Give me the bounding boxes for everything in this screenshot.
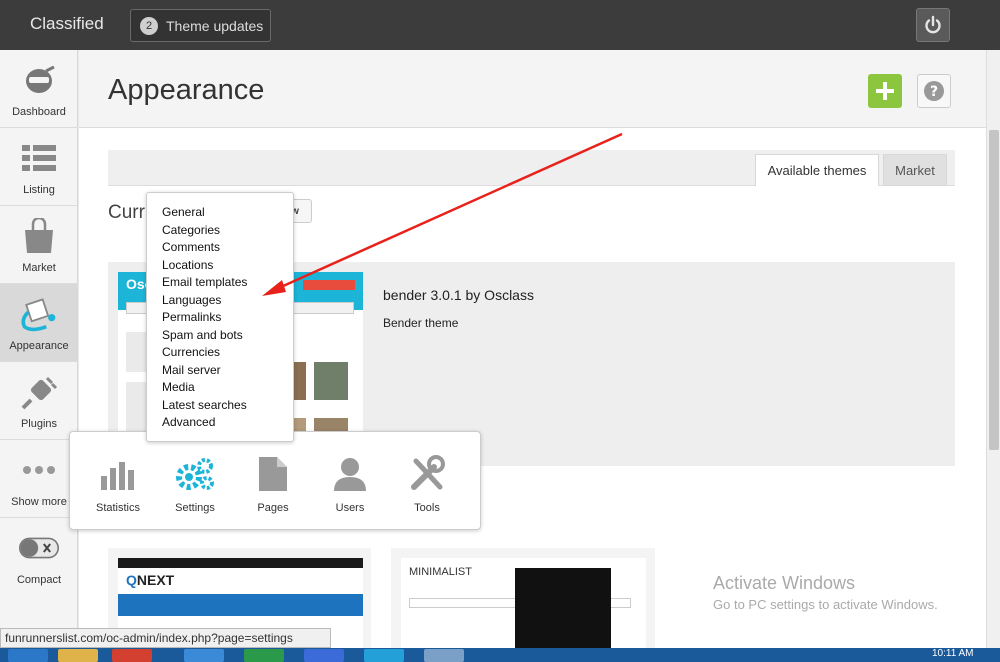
ie-taskbar-icon[interactable] [184, 649, 224, 662]
skype-taskbar-icon[interactable] [364, 649, 404, 662]
sidebar-item-label: Market [22, 262, 56, 274]
more-item-statistics[interactable]: Statistics [83, 452, 153, 514]
thumb-nav-bar [118, 558, 363, 568]
activate-windows-watermark: Activate Windows Go to PC settings to ac… [713, 573, 938, 612]
thumb-publish-bar [303, 280, 355, 290]
user-icon [315, 452, 385, 496]
show-more-popover: Statistics Settings Pages Users Tools [69, 431, 481, 530]
page-header: Appearance ? [79, 50, 986, 128]
sidebar: Dashboard Listing Market Appearance Plug… [0, 50, 78, 662]
sidebar-item-label: Plugins [20, 418, 58, 430]
explorer-taskbar-icon[interactable] [58, 649, 98, 662]
settings-menu-item-categories[interactable]: Categories [147, 222, 293, 240]
theme-description: Bender theme [383, 316, 459, 330]
status-bar-url: funrunnerslist.com/oc-admin/index.php?pa… [0, 628, 331, 648]
theme-updates-button[interactable]: 2 Theme updates [130, 9, 271, 42]
app-taskbar-icon[interactable] [424, 649, 464, 662]
settings-menu-item-spam-and-bots[interactable]: Spam and bots [147, 327, 293, 345]
thumb-minimalist-preview: MINIMALIST [401, 558, 646, 662]
add-theme-button[interactable] [868, 74, 902, 108]
sidebar-item-show-more[interactable]: Show more [0, 440, 78, 518]
more-dots-icon [19, 450, 59, 490]
settings-menu-item-locations[interactable]: Locations [147, 257, 293, 275]
dashboard-icon [19, 60, 59, 100]
sidebar-item-listing[interactable]: Listing [0, 128, 78, 206]
settings-menu-item-comments[interactable]: Comments [147, 239, 293, 257]
page-scrollbar[interactable] [986, 50, 1000, 662]
listing-icon [19, 138, 59, 178]
theme-updates-label: Theme updates [166, 17, 264, 34]
settings-dropdown-menu: General Categories Comments Locations Em… [146, 192, 294, 442]
paint-bucket-icon [19, 294, 59, 334]
settings-menu-item-mail-server[interactable]: Mail server [147, 362, 293, 380]
svg-text:?: ? [930, 84, 938, 100]
question-icon: ? [924, 81, 944, 101]
chrome-taskbar-icon[interactable] [112, 649, 152, 662]
sidebar-item-dashboard[interactable]: Dashboard [0, 50, 78, 128]
brand-title[interactable]: Classified [30, 14, 104, 34]
top-bar: Classified 2 Theme updates [0, 0, 1000, 50]
sidebar-item-plugins[interactable]: Plugins [0, 362, 78, 440]
settings-menu-item-advanced[interactable]: Advanced [147, 414, 293, 432]
more-item-label: Settings [175, 502, 215, 514]
sidebar-item-label: Dashboard [12, 106, 66, 118]
more-item-settings[interactable]: Settings [160, 452, 230, 514]
theme-tabs: Available themes Market [108, 150, 955, 186]
power-icon [925, 15, 941, 34]
toggle-icon [19, 528, 59, 568]
more-item-users[interactable]: Users [315, 452, 385, 514]
scroll-thumb[interactable] [989, 130, 999, 450]
watermark-line2: Go to PC settings to activate Windows. [713, 597, 938, 612]
tools-icon [392, 452, 462, 496]
more-item-pages[interactable]: Pages [238, 452, 308, 514]
windows-taskbar: 10:11 AM [0, 648, 1000, 662]
page-title: Appearance [108, 74, 265, 106]
theme-thumb-minimalist[interactable]: MINIMALIST [391, 548, 655, 662]
settings-menu-item-languages[interactable]: Languages [147, 292, 293, 310]
page-icon [238, 452, 308, 496]
settings-menu-item-general[interactable]: General [147, 204, 293, 222]
more-item-label: Statistics [95, 502, 140, 514]
settings-menu-item-email-templates[interactable]: Email templates [147, 274, 293, 292]
settings-menu-item-permalinks[interactable]: Permalinks [147, 309, 293, 327]
theme-updates-count-badge: 2 [140, 16, 158, 35]
sidebar-item-label: Appearance [9, 340, 69, 352]
theme-name: bender 3.0.1 by Osclass [383, 287, 534, 303]
app-taskbar-icon[interactable] [244, 649, 284, 662]
more-item-tools[interactable]: Tools [392, 452, 462, 514]
gears-icon [160, 452, 230, 496]
current-theme-heading: Curr [108, 202, 145, 223]
more-item-label: Pages [257, 502, 289, 514]
plug-icon [19, 372, 59, 412]
thumb-next-brand: QNEXT [126, 572, 175, 588]
sidebar-item-market[interactable]: Market [0, 206, 78, 284]
thumb-photo [314, 362, 348, 400]
start-button-icon[interactable] [8, 649, 48, 662]
market-bag-icon [19, 216, 59, 256]
sidebar-item-appearance[interactable]: Appearance [0, 284, 78, 362]
plus-icon [876, 82, 894, 100]
sidebar-item-label: Show more [11, 496, 67, 508]
sidebar-item-label: Compact [16, 574, 62, 586]
tab-market[interactable]: Market [883, 154, 947, 186]
logout-button[interactable] [916, 8, 950, 42]
settings-menu-item-currencies[interactable]: Currencies [147, 344, 293, 362]
more-item-label: Users [335, 502, 365, 514]
help-button[interactable]: ? [917, 74, 951, 108]
tab-available-themes[interactable]: Available themes [755, 154, 879, 186]
more-item-label: Tools [414, 502, 440, 514]
app-taskbar-icon[interactable] [304, 649, 344, 662]
thumb-minimalist-title: MINIMALIST [409, 566, 472, 578]
sidebar-item-label: Listing [23, 184, 55, 196]
watermark-line1: Activate Windows [713, 573, 856, 593]
sidebar-item-compact[interactable]: Compact [0, 518, 78, 596]
statistics-icon [83, 452, 153, 496]
settings-menu-item-latest-searches[interactable]: Latest searches [147, 397, 293, 415]
settings-menu-item-media[interactable]: Media [147, 379, 293, 397]
thumb-search-band [118, 594, 363, 616]
taskbar-clock: 10:11 AM [932, 648, 974, 659]
